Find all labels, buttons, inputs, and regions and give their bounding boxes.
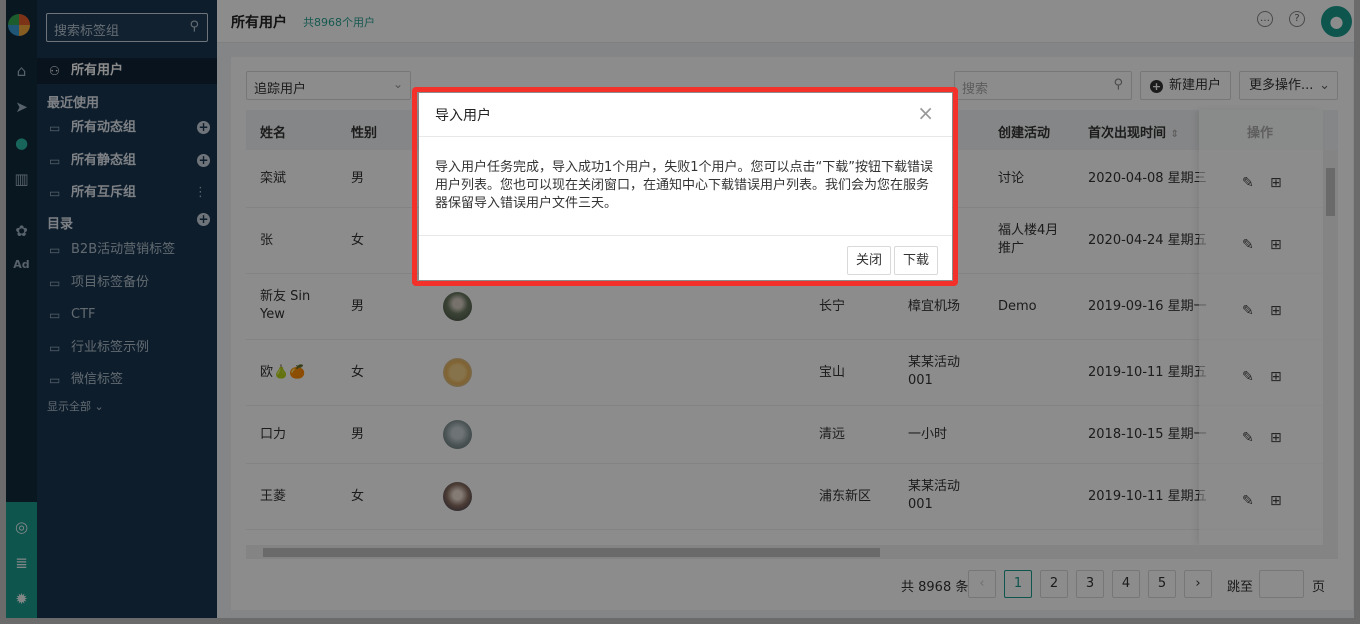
import-users-dialog: 导入用户 × 导入用户任务完成，导入成功1个用户，失败1个用户。您可以点击“下载… xyxy=(419,93,952,280)
close-button[interactable]: 关闭 xyxy=(847,246,892,275)
app-window: ⌂ ➤ ● ▥ ✿ Ad ◎ ≣ ✹ 搜索标签组 ⚲ ⚇ 所有用户 最近使用 ▭… xyxy=(0,0,1360,624)
dialog-message: 导入用户任务完成，导入成功1个用户，失败1个用户。您可以点击“下载”按钮下载错误… xyxy=(435,160,934,211)
dialog-header: 导入用户 × xyxy=(419,93,952,137)
download-button[interactable]: 下载 xyxy=(894,246,939,275)
close-icon[interactable]: × xyxy=(917,102,934,124)
dialog-title: 导入用户 xyxy=(435,108,491,124)
dialog-footer: 关闭 下载 xyxy=(419,235,952,280)
